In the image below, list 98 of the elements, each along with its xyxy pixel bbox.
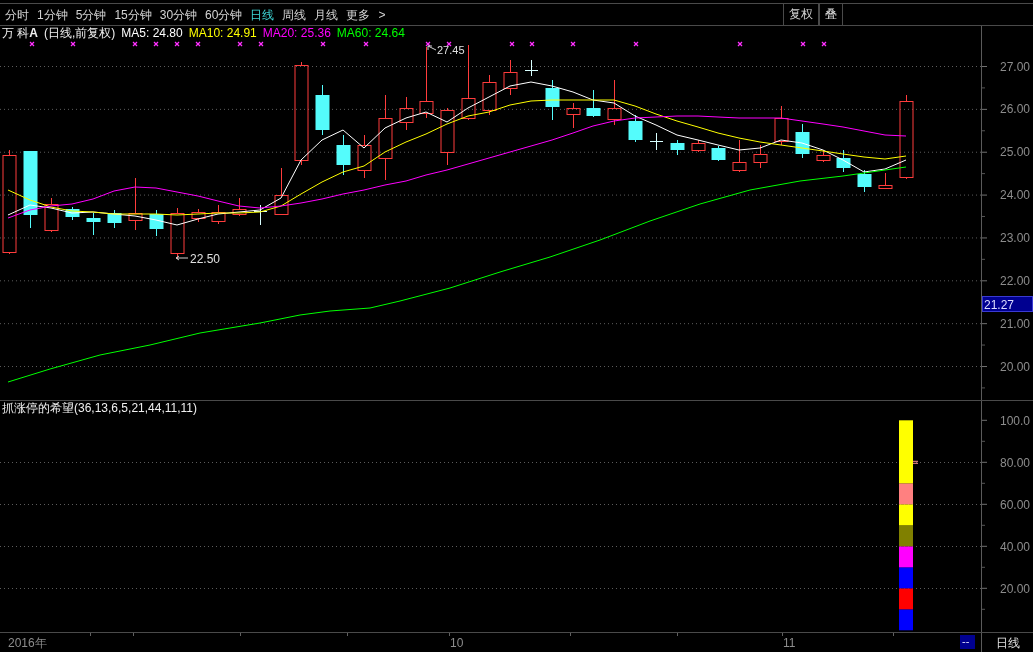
toolbar-button[interactable]: 叠 xyxy=(819,4,843,25)
date-label: 11 xyxy=(783,636,796,650)
falling-candle xyxy=(107,209,122,229)
moving-average-label: MA5: 24.80 xyxy=(121,26,183,41)
rising-candle xyxy=(232,197,247,217)
chevron-button[interactable]: > xyxy=(378,4,386,25)
date-label: 10 xyxy=(450,636,464,650)
x-mark-icon xyxy=(363,41,369,47)
rising-candle xyxy=(211,204,226,225)
chart-mode-label: (日线,前复权) xyxy=(44,26,116,41)
rising-candle xyxy=(274,167,289,216)
axis-label: 20.00 xyxy=(999,359,1030,374)
x-mark-icon xyxy=(258,41,264,47)
x-mark-icon xyxy=(174,41,180,47)
falling-candle xyxy=(836,149,851,173)
axis-label: 80.00 xyxy=(999,455,1030,470)
rising-candle xyxy=(399,96,414,131)
period-tab[interactable]: 日线 xyxy=(250,4,275,25)
pointer-arrow xyxy=(427,45,437,51)
falling-candle xyxy=(795,123,810,159)
period-tab[interactable]: 30分钟 xyxy=(159,4,198,25)
rising-candle xyxy=(503,59,518,96)
axis-label: 24.00 xyxy=(999,188,1030,203)
falling-candle xyxy=(545,79,560,121)
axis-label: 22.00 xyxy=(999,273,1030,288)
x-mark-icon xyxy=(237,41,243,47)
rising-candle xyxy=(440,107,455,166)
period-tab[interactable]: 更多 xyxy=(346,4,371,25)
moving-average-label: MA20: 25.36 xyxy=(262,26,331,41)
stock-name: 万 科A xyxy=(2,26,38,41)
period-tab[interactable]: 1分钟 xyxy=(37,4,68,25)
x-mark-icon xyxy=(425,41,431,47)
rising-candle xyxy=(566,102,581,129)
rising-candle xyxy=(816,149,831,163)
rising-candle xyxy=(191,208,206,223)
x-mark-icon xyxy=(29,41,35,47)
rising-candle xyxy=(753,144,768,169)
x-mark-icon xyxy=(800,41,806,47)
doji-candle xyxy=(649,132,664,151)
rising-candle xyxy=(878,172,893,189)
period-tab[interactable]: 周线 xyxy=(282,4,307,25)
period-tab[interactable]: 分时 xyxy=(5,4,29,25)
x-mark-icon xyxy=(70,41,76,47)
axis-label: 27.00 xyxy=(999,59,1030,74)
falling-candle xyxy=(670,139,685,156)
axis-label: 100.0 xyxy=(999,413,1030,428)
rising-candle xyxy=(44,197,59,233)
rising-candle xyxy=(607,79,622,126)
doji-candle xyxy=(524,59,539,77)
period-tab[interactable]: 月线 xyxy=(314,4,339,25)
x-mark-icon xyxy=(320,41,326,47)
falling-candle xyxy=(586,89,601,118)
x-mark-icon xyxy=(446,41,452,47)
falling-candle xyxy=(711,145,726,162)
doji-candle xyxy=(253,204,268,226)
axis-label: 25.00 xyxy=(999,145,1030,160)
axis-label: 26.00 xyxy=(999,102,1030,117)
period-tab[interactable]: 60分钟 xyxy=(205,4,243,25)
x-mark-icon xyxy=(132,41,138,47)
x-mark-icon xyxy=(529,41,535,47)
x-mark-icon xyxy=(509,41,515,47)
rising-candle xyxy=(691,139,706,153)
x-mark-icon xyxy=(821,41,827,47)
falling-candle xyxy=(86,212,101,236)
price-annotation: 27.45 xyxy=(437,44,465,56)
price-tag: 21.27 xyxy=(982,296,1033,312)
rising-candle xyxy=(128,177,143,231)
axis-label: 40.00 xyxy=(999,539,1030,554)
axis-label: 23.00 xyxy=(999,230,1030,245)
falling-candle xyxy=(315,84,330,136)
axis-label: 20.00 xyxy=(999,581,1030,596)
period-label: 日线 xyxy=(995,636,1020,649)
axis-label: 21.00 xyxy=(999,316,1030,331)
toolbar-button[interactable]: 复权 xyxy=(783,4,819,25)
value-tag: -- xyxy=(960,635,975,649)
moving-average-label: MA10: 24.91 xyxy=(188,26,257,41)
indicator-title: 抓涨停的希望(36,13,6,5,21,44,11,11) xyxy=(2,401,197,416)
period-tab[interactable]: 5分钟 xyxy=(75,4,107,25)
falling-candle xyxy=(336,134,351,176)
dash-marker-icon xyxy=(912,460,919,464)
x-mark-icon xyxy=(737,41,743,47)
x-mark-icon xyxy=(633,41,639,47)
pointer-arrow xyxy=(175,255,189,261)
falling-candle xyxy=(65,206,80,221)
falling-candle xyxy=(149,209,164,237)
axis-label: 60.00 xyxy=(999,497,1030,512)
price-annotation: 22.50 xyxy=(190,252,221,266)
x-mark-icon xyxy=(195,41,201,47)
rising-candle xyxy=(357,134,372,179)
period-tab[interactable]: 15分钟 xyxy=(114,4,152,25)
moving-average-label: MA60: 24.64 xyxy=(336,26,405,41)
x-mark-icon xyxy=(570,41,576,47)
x-mark-icon xyxy=(153,41,159,47)
rising-candle xyxy=(732,139,747,173)
rising-candle xyxy=(482,74,497,116)
date-label: 2016年 xyxy=(8,636,47,650)
falling-candle xyxy=(857,169,872,193)
rising-candle xyxy=(774,105,789,146)
